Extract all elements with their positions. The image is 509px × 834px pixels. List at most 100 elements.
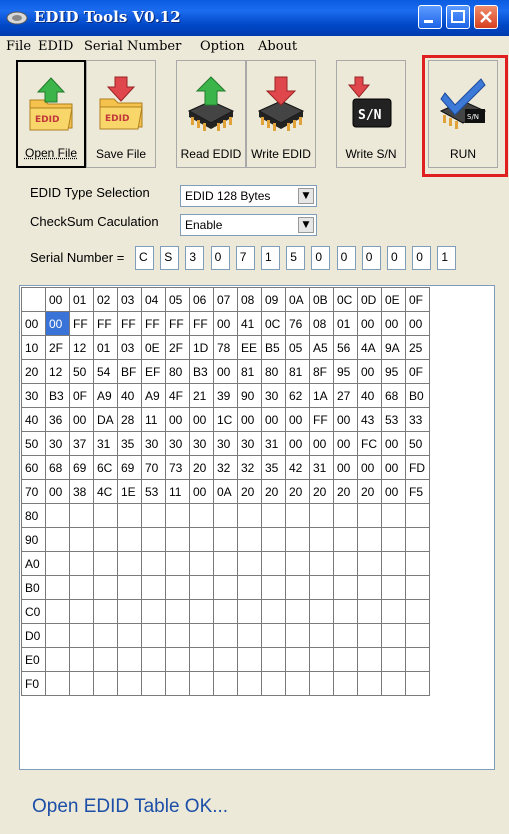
hex-cell[interactable]: 69	[69, 455, 94, 480]
hex-cell[interactable]	[213, 671, 238, 696]
hex-cell[interactable]	[237, 623, 262, 648]
hex-cell[interactable]: 78	[213, 335, 238, 360]
hex-cell[interactable]: 31	[261, 431, 286, 456]
hex-cell[interactable]	[141, 671, 166, 696]
hex-cell[interactable]	[309, 527, 334, 552]
hex-cell[interactable]	[165, 575, 190, 600]
hex-cell[interactable]	[69, 647, 94, 672]
hex-cell[interactable]	[237, 503, 262, 528]
hex-cell[interactable]	[117, 575, 142, 600]
hex-cell[interactable]: 95	[381, 359, 406, 384]
hex-cell[interactable]	[117, 671, 142, 696]
hex-cell[interactable]: A5	[309, 335, 334, 360]
hex-cell[interactable]	[93, 503, 118, 528]
hex-cell[interactable]	[285, 647, 310, 672]
hex-cell[interactable]	[141, 527, 166, 552]
hex-cell[interactable]: 1A	[309, 383, 334, 408]
hex-cell[interactable]	[381, 623, 406, 648]
serial-char-field[interactable]: 5	[286, 246, 306, 270]
hex-cell[interactable]: 00	[333, 407, 358, 432]
hex-cell[interactable]: 20	[285, 479, 310, 504]
menu-edid[interactable]: EDID	[38, 39, 73, 54]
hex-cell[interactable]	[357, 671, 382, 696]
hex-cell[interactable]	[69, 599, 94, 624]
hex-cell[interactable]: 27	[333, 383, 358, 408]
hex-cell[interactable]	[213, 527, 238, 552]
hex-cell[interactable]	[165, 671, 190, 696]
serial-char-field[interactable]: 3	[185, 246, 205, 270]
hex-cell[interactable]: 11	[141, 407, 166, 432]
hex-cell[interactable]	[237, 647, 262, 672]
hex-cell[interactable]: FF	[141, 311, 166, 336]
hex-cell[interactable]: B5	[261, 335, 286, 360]
hex-cell[interactable]	[285, 575, 310, 600]
hex-cell[interactable]	[45, 623, 70, 648]
maximize-button[interactable]	[446, 5, 470, 29]
hex-cell[interactable]	[381, 575, 406, 600]
serial-char-field[interactable]: 0	[361, 246, 381, 270]
hex-cell[interactable]: 20	[309, 479, 334, 504]
hex-cell[interactable]	[309, 575, 334, 600]
hex-cell[interactable]: 20	[189, 455, 214, 480]
hex-cell[interactable]: 70	[141, 455, 166, 480]
menu-file[interactable]: File	[6, 39, 31, 54]
hex-cell[interactable]: A9	[141, 383, 166, 408]
hex-cell[interactable]	[117, 647, 142, 672]
hex-cell[interactable]: 2F	[165, 335, 190, 360]
hex-cell[interactable]: 40	[117, 383, 142, 408]
hex-cell[interactable]: 38	[69, 479, 94, 504]
hex-cell[interactable]: 30	[141, 431, 166, 456]
hex-cell[interactable]: B3	[45, 383, 70, 408]
hex-cell[interactable]: 30	[237, 431, 262, 456]
hex-cell[interactable]: 00	[333, 431, 358, 456]
hex-cell[interactable]: 00	[381, 479, 406, 504]
hex-cell[interactable]: 2F	[45, 335, 70, 360]
hex-cell[interactable]: 00	[381, 455, 406, 480]
hex-cell[interactable]	[357, 503, 382, 528]
hex-cell[interactable]	[213, 599, 238, 624]
hex-cell[interactable]	[237, 575, 262, 600]
hex-cell[interactable]	[285, 599, 310, 624]
hex-cell[interactable]: 00	[285, 431, 310, 456]
hex-cell[interactable]: 01	[93, 335, 118, 360]
hex-cell[interactable]: DA	[93, 407, 118, 432]
menu-serial-number[interactable]: Serial Number	[84, 39, 181, 54]
hex-cell[interactable]	[285, 623, 310, 648]
hex-cell[interactable]	[261, 671, 286, 696]
hex-cell[interactable]: FC	[357, 431, 382, 456]
hex-cell[interactable]	[237, 527, 262, 552]
hex-cell[interactable]: 32	[213, 455, 238, 480]
hex-cell[interactable]: EE	[237, 335, 262, 360]
hex-cell[interactable]: 36	[45, 407, 70, 432]
hex-cell[interactable]: 00	[189, 407, 214, 432]
hex-cell[interactable]	[333, 599, 358, 624]
hex-cell[interactable]: 00	[357, 359, 382, 384]
hex-cell[interactable]	[285, 527, 310, 552]
hex-cell[interactable]: 81	[237, 359, 262, 384]
hex-cell[interactable]	[357, 599, 382, 624]
hex-cell[interactable]	[45, 647, 70, 672]
hex-cell[interactable]	[309, 671, 334, 696]
read-edid-button[interactable]: Read EDID	[176, 60, 246, 168]
hex-cell[interactable]	[261, 647, 286, 672]
hex-cell[interactable]	[93, 527, 118, 552]
hex-cell[interactable]: 30	[189, 431, 214, 456]
hex-cell[interactable]	[405, 527, 430, 552]
hex-cell[interactable]: 30	[261, 383, 286, 408]
hex-cell[interactable]: 20	[261, 479, 286, 504]
hex-cell[interactable]: 53	[381, 407, 406, 432]
serial-char-field[interactable]: S	[160, 246, 180, 270]
hex-cell[interactable]	[381, 599, 406, 624]
hex-cell[interactable]	[93, 599, 118, 624]
hex-cell[interactable]	[165, 551, 190, 576]
hex-cell[interactable]: 00	[381, 431, 406, 456]
hex-cell[interactable]: 00	[357, 455, 382, 480]
hex-cell[interactable]: 20	[357, 479, 382, 504]
hex-cell[interactable]: 30	[165, 431, 190, 456]
hex-cell[interactable]: F5	[405, 479, 430, 504]
hex-cell[interactable]	[117, 599, 142, 624]
hex-cell[interactable]	[285, 503, 310, 528]
hex-cell[interactable]	[357, 623, 382, 648]
hex-cell[interactable]	[405, 575, 430, 600]
hex-cell[interactable]	[93, 671, 118, 696]
